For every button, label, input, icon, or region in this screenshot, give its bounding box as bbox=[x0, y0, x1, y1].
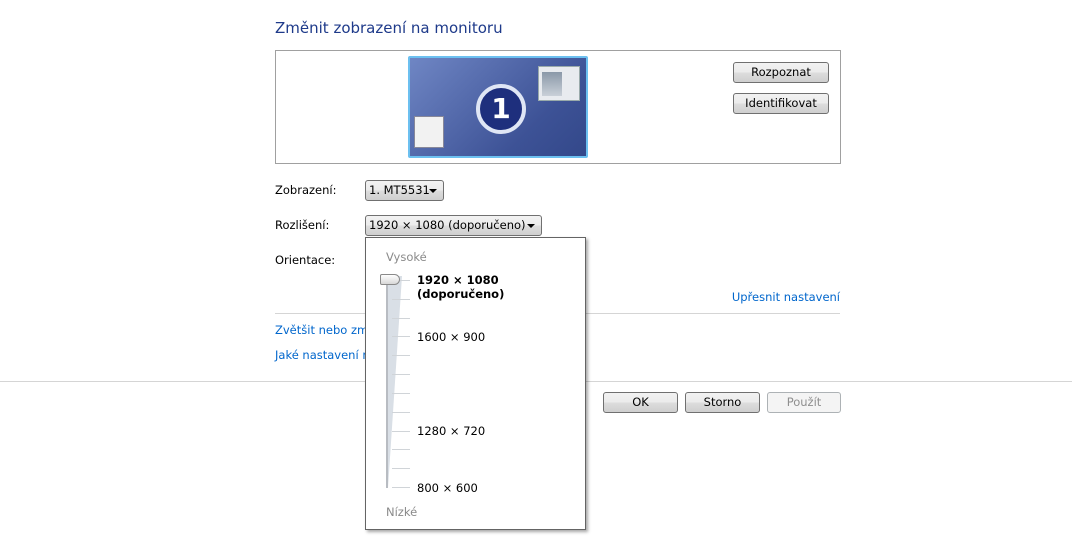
advanced-settings-link[interactable]: Upřesnit nastavení bbox=[732, 290, 840, 304]
text-size-link[interactable]: Zvětšit nebo zme bbox=[275, 323, 375, 337]
slider-tick bbox=[392, 298, 410, 300]
slider-tick bbox=[392, 355, 410, 357]
resolution-select[interactable]: 1920 × 1080 (doporučeno) bbox=[365, 215, 542, 236]
resolution-option[interactable]: 1280 × 720 bbox=[417, 424, 485, 438]
slider-tick bbox=[392, 468, 410, 470]
slider-tick bbox=[392, 336, 410, 338]
page-title: Změnit zobrazení na monitoru bbox=[275, 19, 503, 37]
monitor-1-thumbnail[interactable]: 1 bbox=[408, 56, 588, 158]
slider-tick bbox=[392, 392, 410, 394]
display-label: Zobrazení: bbox=[275, 183, 337, 197]
detect-button[interactable]: Rozpoznat bbox=[733, 62, 829, 83]
orientation-label: Orientace: bbox=[275, 253, 336, 267]
display-select[interactable]: 1. MT5531 bbox=[365, 180, 444, 201]
chevron-down-icon bbox=[429, 189, 437, 193]
slider-tick bbox=[392, 317, 410, 319]
slider-tick bbox=[392, 374, 410, 376]
identify-button[interactable]: Identifikovat bbox=[733, 93, 829, 114]
cancel-button[interactable]: Storno bbox=[685, 392, 760, 413]
ok-button[interactable]: OK bbox=[603, 392, 678, 413]
slider-thumb[interactable] bbox=[380, 274, 400, 285]
apply-button[interactable]: Použít bbox=[767, 392, 841, 413]
display-value: 1. MT5531 bbox=[369, 183, 430, 197]
resolution-option[interactable]: 1920 × 1080 (doporučeno) bbox=[417, 273, 585, 301]
slider-tick bbox=[392, 430, 410, 432]
start-menu-icon bbox=[414, 116, 444, 148]
slider-tick bbox=[392, 449, 410, 451]
slider-wedge bbox=[388, 276, 402, 488]
resolution-option[interactable]: 800 × 600 bbox=[417, 481, 478, 495]
resolution-value: 1920 × 1080 (doporučeno) bbox=[369, 218, 526, 232]
high-label: Vysoké bbox=[386, 250, 427, 264]
slider-tick bbox=[392, 487, 410, 488]
window-icon bbox=[538, 66, 580, 101]
chevron-down-icon bbox=[527, 224, 535, 228]
resolution-option[interactable]: 1600 × 900 bbox=[417, 330, 485, 344]
resolution-label: Rozlišení: bbox=[275, 218, 330, 232]
resolution-dropdown: Vysoké 1920 × 1080 (doporučeno) 1600 × 9… bbox=[365, 237, 586, 530]
monitor-number: 1 bbox=[476, 84, 526, 134]
slider-tick bbox=[392, 411, 410, 413]
low-label: Nízké bbox=[386, 505, 418, 519]
slider-track[interactable] bbox=[386, 278, 388, 488]
display-settings-help-link[interactable]: Jaké nastavení m bbox=[275, 348, 374, 362]
